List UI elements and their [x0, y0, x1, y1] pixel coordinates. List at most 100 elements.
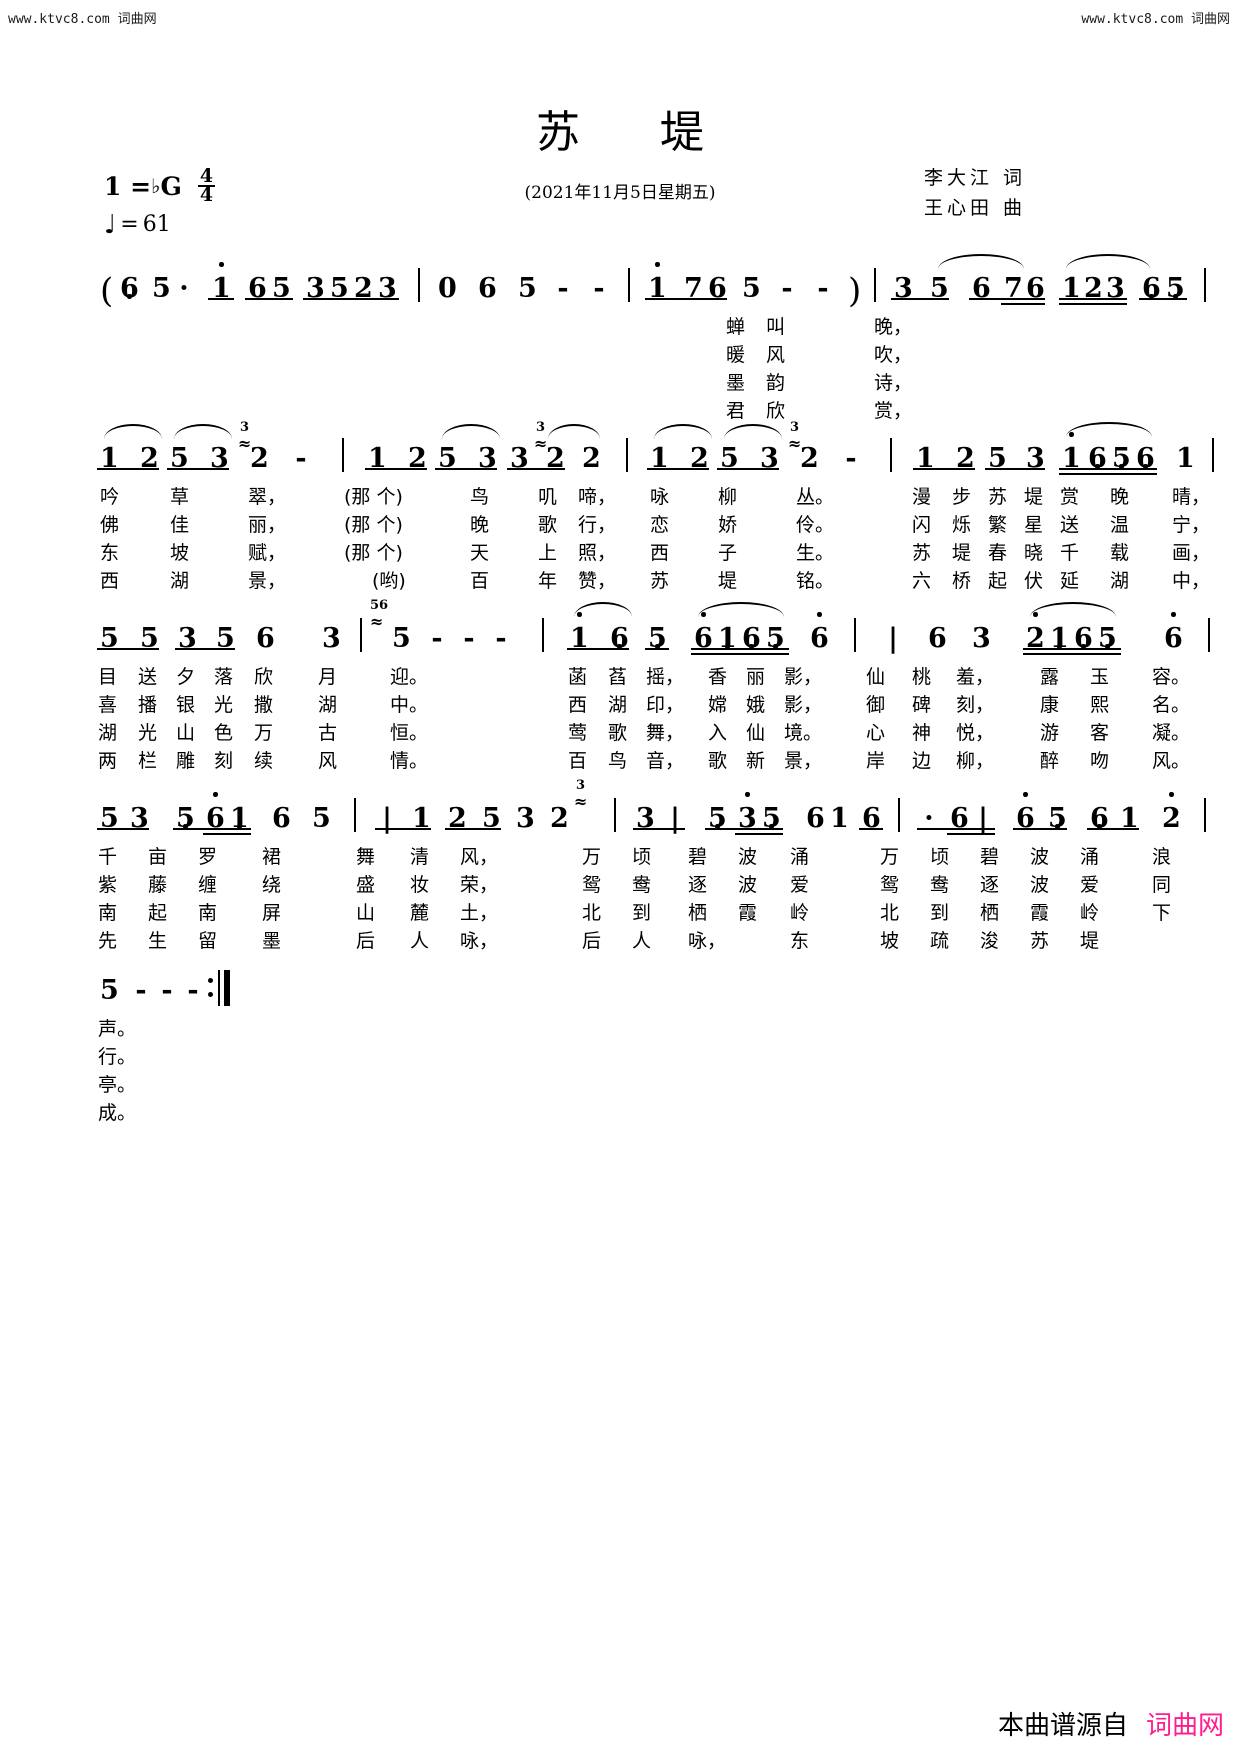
footer-site-link[interactable]: 词曲网: [1146, 1711, 1224, 1741]
beam: [645, 648, 669, 651]
lyric-syllable: 波: [1030, 846, 1050, 868]
lyric-syllable: 刻，: [956, 694, 995, 716]
lyric-syllable: 声。: [98, 1018, 137, 1040]
octave-dot-high: [655, 262, 660, 267]
grace-note: 3: [240, 420, 250, 435]
note: 3: [516, 803, 535, 834]
time-signature: 4 4: [197, 167, 216, 205]
lyric-syllable: 赏，: [874, 400, 913, 422]
lyric-syllable: 荣，: [460, 874, 499, 896]
barline: [874, 268, 876, 302]
lyric-syllable: 东: [790, 930, 810, 952]
lyric-syllable: 御: [866, 694, 886, 716]
lyric-syllable: 同: [1152, 874, 1172, 896]
music-system-2: 1 2 5 3 3 ≈ 2 - 1 2 5 3 3 3 ≈ 2 2 1 2 5 …: [0, 421, 1240, 596]
lyric-syllable: 舞，: [646, 722, 685, 744]
lyric-syllable: 续: [254, 750, 274, 772]
lyric-syllable: 湖: [608, 694, 628, 716]
note: 6: [806, 803, 825, 834]
lyric-syllable: 千: [98, 846, 118, 868]
lyric-syllable: 嫦: [708, 694, 728, 716]
lyric-syllable: 名。: [1152, 694, 1191, 716]
beam: [97, 648, 159, 651]
lyric-syllable: 容。: [1152, 666, 1191, 688]
note: 5: [742, 273, 761, 304]
lyric-syllable: 喜: [98, 694, 118, 716]
lyric-syllable: 鸯: [632, 874, 652, 896]
beam-sixteenth: [735, 833, 783, 836]
lyric-syllable: 藤: [148, 874, 168, 896]
lyric-syllable: 古: [318, 722, 338, 744]
beam-sixteenth: [1001, 303, 1045, 306]
lyric-syllable: 光: [214, 694, 234, 716]
rest-dash: 5: [312, 803, 331, 834]
beam: [633, 828, 685, 831]
lyric-syllable: (那 个): [344, 486, 403, 508]
credit-lyricist: 李大江词: [924, 163, 1022, 193]
footer-text: 本曲谱源自: [997, 1711, 1128, 1741]
lyric-syllable: 娥: [746, 694, 766, 716]
rest-dash: -: [135, 975, 147, 1006]
note: 6: [810, 623, 829, 654]
lyric-syllable: 堤: [1024, 486, 1044, 508]
note: 2: [800, 443, 819, 474]
lyric-syllable: 落: [214, 666, 234, 688]
lyric-row: 目 送 夕 落 欣 月 迎。 菡 萏 摇， 香 丽 影， 仙 桃 羞， 露 玉 …: [0, 664, 1240, 692]
lyric-syllable: 人: [632, 930, 652, 952]
lyric-syllable: 影，: [784, 666, 823, 688]
lyric-syllable: 悦，: [956, 722, 995, 744]
lyric-syllable: 边: [912, 750, 932, 772]
barline: [342, 438, 344, 472]
lyric-syllable: 咏: [650, 486, 670, 508]
lyric-syllable: 吹，: [874, 344, 913, 366]
lyric-syllable: 赏: [1060, 486, 1080, 508]
lyric-syllable: 麓: [410, 902, 430, 924]
lyric-syllable: 凝。: [1152, 722, 1191, 744]
lyric-syllable: 岸: [866, 750, 886, 772]
lyric-syllable: 蝉: [726, 316, 746, 338]
lyric-syllable: 苏: [912, 542, 932, 564]
lyric-syllable: 后: [582, 930, 602, 952]
lyric-syllable: 夕: [176, 666, 196, 688]
beam: [175, 648, 235, 651]
lyric-syllable: 风: [766, 344, 786, 366]
lyric-syllable: 亭。: [98, 1074, 137, 1096]
lyric-row: 西 湖 景， (哟) 百 年 赞， 苏 堤 铭。 六 桥 起 伏 延 湖 中，: [0, 568, 1240, 596]
octave-dot-high: [1033, 612, 1038, 617]
lyric-syllable: 君: [726, 400, 746, 422]
lyric-syllable: 延: [1060, 570, 1080, 592]
lyric-syllable: 境。: [784, 722, 823, 744]
lyric-row: 南 起 南 屏 山 麓 土， 北 到 栖 霞 岭 北 到 栖 霞 岭 下: [0, 900, 1240, 928]
wave-mark: ≈: [574, 792, 588, 811]
lyric-syllable: 目: [98, 666, 118, 688]
beam: [859, 828, 883, 831]
barline: [1204, 268, 1206, 302]
lyric-syllable: 千: [1060, 542, 1080, 564]
lyric-syllable: 迎。: [390, 666, 429, 688]
lyric-syllable: 逐: [688, 874, 708, 896]
lyric-syllable: 咏，: [460, 930, 499, 952]
lyric-syllable: 情。: [390, 750, 429, 772]
lyric-syllable: 赋，: [248, 542, 287, 564]
flat-icon: ♭: [151, 174, 161, 198]
note: 1: [1176, 443, 1195, 474]
octave-dot-high: [745, 792, 750, 797]
credits: 李大江词 王心田曲: [924, 163, 1022, 223]
beam: [917, 828, 995, 831]
slur: [938, 254, 1024, 269]
lyric-row: 蝉 叫 晚，: [0, 314, 1240, 342]
lyric-syllable: 醉: [1040, 750, 1060, 772]
lyric-syllable: 缠: [198, 874, 218, 896]
lyric-syllable: 光: [138, 722, 158, 744]
lyric-syllable: 叫: [766, 316, 786, 338]
lyric-syllable: 吟: [100, 486, 120, 508]
lyric-syllable: 碧: [980, 846, 1000, 868]
lyric-syllable: 西: [650, 542, 670, 564]
rest-dash: -: [187, 975, 199, 1006]
beam: [245, 298, 293, 301]
note: 6: [272, 803, 291, 834]
lyric-row: 暖 风 吹，: [0, 342, 1240, 370]
beam: [891, 298, 949, 301]
beam: [365, 468, 427, 471]
lyric-syllable: 露: [1040, 666, 1060, 688]
